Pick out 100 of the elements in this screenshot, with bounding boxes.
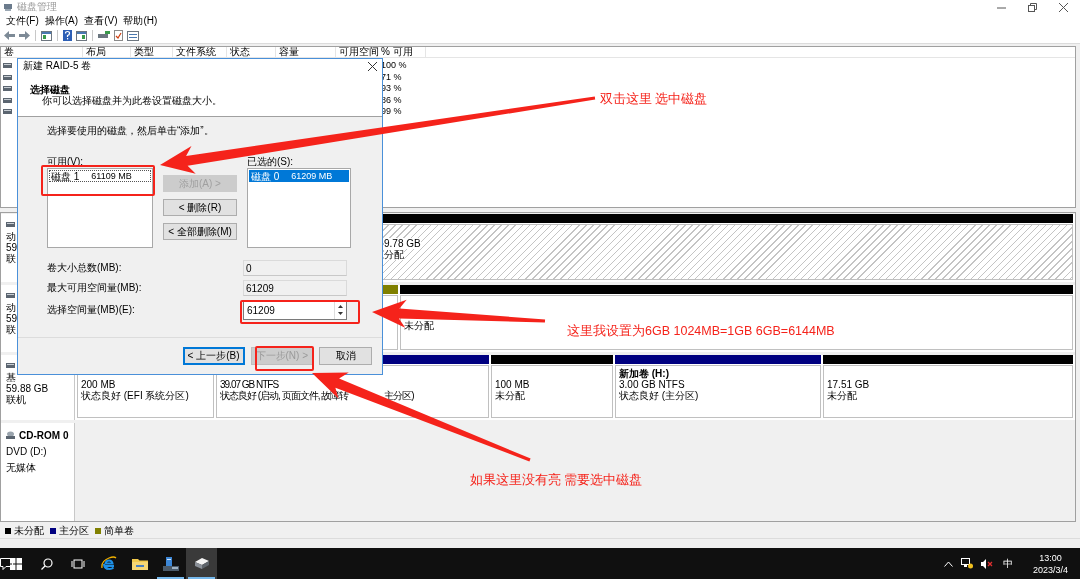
annotation-text: 这里我设置为6GB 1024MB=1GB 6GB=6144MB [567,323,835,340]
app-icon [3,2,13,12]
annotation-text: 如果这里没有亮 需要选中磁盘 [470,472,643,489]
column-header[interactable]: % 可用 [378,47,426,57]
help-icon[interactable] [63,30,72,41]
list-item[interactable]: 磁盘 1 61109 MB [49,170,151,182]
dialog-heading: 选择磁盘 [30,84,70,95]
checklist-icon[interactable] [114,30,123,41]
readonly-field: 0 [243,260,347,276]
speaker-icon[interactable] [980,558,993,569]
notification-icon[interactable] [0,557,13,570]
annotation-text: 双击这里 选中磁盘 [600,91,708,108]
back-icon[interactable] [4,31,15,40]
partition-status: 分配 [384,249,404,260]
column-header[interactable]: 类型 [131,47,173,57]
disk-icon [6,292,15,298]
disk-icon[interactable] [193,557,210,570]
volume-icon [3,74,12,80]
disk-info: 59 [6,313,18,324]
highlight-frame [255,346,314,371]
partition-size: 9.78 GB [384,238,421,249]
volume-icon [3,86,12,92]
legend-label: 未分配 [14,524,44,538]
close-icon[interactable] [368,61,377,71]
drive-icon[interactable] [98,31,110,40]
partition-name: 新加卷 (H:) [619,368,669,379]
move-button[interactable]: < 删除(R) [163,199,237,216]
server-icon[interactable] [162,555,179,572]
move-button[interactable]: < 全部删除(M) [163,223,237,240]
list-label: 已选的(S): [247,156,295,168]
restore-icon[interactable] [1028,2,1037,12]
column-header[interactable]: 可用空间 [336,47,378,57]
table-cell-text: 100 % [380,60,408,72]
partition-size: 39.07 GB NTFS [220,379,279,390]
list-item[interactable]: 磁盘 0 61209 MB [249,170,349,182]
disk-info: 动 [6,231,16,242]
disk-info: DVD (D:) [6,445,47,459]
number-spinner[interactable]: 61209 [243,300,347,320]
partition-status: 状态良好 (EFI 系统分区) [81,390,189,401]
dialog-button[interactable]: < 上一步(B) [182,347,245,365]
disk-list[interactable]: 磁盘 0 61209 MB [247,168,351,248]
disk-title: CD-ROM 0 [19,429,69,441]
partition-size: 200 MB [81,379,116,390]
search-icon[interactable] [40,557,53,570]
up-arrow-icon[interactable] [338,305,343,308]
disk-icon [6,362,15,368]
disk-info: 无媒体 [6,461,36,475]
disk-info: 59.88 GB [6,383,49,394]
partition-status: 未分配 [827,390,857,401]
menu-item[interactable]: 查看(V) [82,15,120,27]
field-label: 选择空间量(MB)(E): [47,303,136,317]
task-view-icon[interactable] [70,558,85,569]
volume-icon [3,109,12,115]
browser-icon[interactable] [100,555,117,572]
disk-info: 联机 [6,394,26,405]
column-header[interactable]: 文件系统 [173,47,227,57]
disk-info: 基 [6,372,16,383]
network-icon[interactable] [960,558,973,569]
disk-info: 联 [6,253,16,264]
window-icon[interactable] [41,30,52,41]
disk-icon [6,221,15,227]
menu-item[interactable]: 文件(F) [4,15,41,27]
dialog-subheading: 你可以选择磁盘并为此卷设置磁盘大小。 [42,95,223,106]
input-method-indicator[interactable]: 中 [1002,556,1013,571]
legend-label: 主分区 [59,524,89,538]
down-arrow-icon[interactable] [338,312,343,315]
column-header[interactable]: 布局 [83,47,131,57]
column-header[interactable]: 卷 [1,47,83,57]
disk-info: 动 [6,302,16,313]
volume-icon [3,63,12,69]
cd-drive-icon [6,430,15,440]
readonly-field: 61209 [243,280,347,296]
instruction-text: 选择要使用的磁盘，然后单击“添加”。 [47,125,215,136]
partition-status: 状态良好 (主分区) [619,390,699,401]
folder-icon[interactable] [131,557,148,570]
partition-size: 3.00 GB NTFS [619,379,685,390]
windows-logo-icon[interactable] [9,557,22,570]
close-icon[interactable] [1059,2,1068,12]
field-label: 最大可用空间量(MB): [47,281,143,295]
menu-item[interactable]: 操作(A) [42,15,81,27]
up-chevron-icon[interactable] [943,560,953,567]
column-header[interactable]: 容量 [276,47,336,57]
partition-status: 未分配 [495,390,525,401]
column-header[interactable]: 状态 [227,47,276,57]
forward-icon[interactable] [19,31,30,40]
partition-size: 100 MB [495,379,530,390]
disk-info: 联 [6,324,16,335]
window-icon[interactable] [76,30,87,41]
menu-item[interactable]: 帮助(H) [121,15,160,27]
partition-status: 未分配 [404,320,434,331]
volume-icon [3,97,12,103]
dialog-button[interactable]: 取消 [319,347,372,365]
legend-label: 简单卷 [104,524,134,538]
dialog-title: 新建 RAID-5 卷 [23,59,92,73]
list-window-icon[interactable] [127,30,139,41]
disk-list[interactable]: 磁盘 1 61109 MB [47,168,153,248]
partition-size: 17.51 GB [827,379,870,390]
clock[interactable]: 13:00 2023/3/4 [1032,551,1068,576]
disk-info: 59 [6,242,18,253]
window-title: 磁盘管理 [17,0,57,14]
